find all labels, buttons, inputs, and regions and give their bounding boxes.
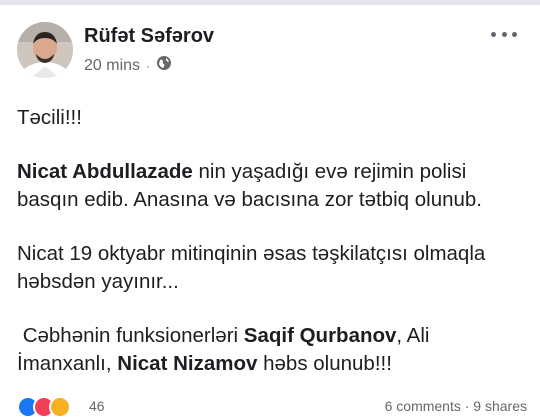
reaction-count[interactable]: 46 xyxy=(89,398,105,414)
reactions-bar: 46 6 comments · 9 shares xyxy=(17,392,527,418)
reaction-icons[interactable] xyxy=(17,396,71,418)
post-time[interactable]: 20 mins xyxy=(84,57,140,75)
author-name[interactable]: Rüfət Səfərov xyxy=(84,25,214,48)
mention-nicat-abdullazade[interactable]: Nicat Abdullazade xyxy=(17,160,193,183)
post-meta: 20 mins · xyxy=(84,55,172,76)
avatar-image xyxy=(17,22,73,78)
urgent-text: Təcili!!! xyxy=(17,106,82,129)
post-header: Rüfət Səfərov 20 mins · xyxy=(17,22,527,78)
top-divider xyxy=(0,0,540,5)
paragraph-text: Cəbhənin funksionerləri xyxy=(17,324,244,347)
avatar[interactable] xyxy=(17,22,73,78)
post-paragraph: Nicat 19 oktyabr mitinqinin əsas təşkila… xyxy=(17,240,527,296)
comments-shares-count[interactable]: 6 comments · 9 shares xyxy=(385,398,527,414)
haha-icon xyxy=(49,396,71,418)
globe-icon[interactable] xyxy=(156,55,172,76)
mention-nicat-nizamov[interactable]: Nicat Nizamov xyxy=(117,352,257,375)
post-paragraph: Nicat Abdullazade nin yaşadığı evə rejim… xyxy=(17,158,527,214)
mention-saqif-qurbanov[interactable]: Saqif Qurbanov xyxy=(244,324,397,347)
paragraph-text: həbs olunub!!! xyxy=(257,352,392,375)
post-paragraph: Təcili!!! xyxy=(17,104,527,132)
post-body: Təcili!!! Nicat Abdullazade nin yaşadığı… xyxy=(17,104,527,404)
post-paragraph: Cəbhənin funksionerləri Saqif Qurbanov, … xyxy=(17,322,527,378)
more-options-icon[interactable] xyxy=(491,28,517,40)
meta-separator: · xyxy=(146,58,151,73)
paragraph-text: Nicat 19 oktyabr mitinqinin əsas təşkila… xyxy=(17,242,486,293)
